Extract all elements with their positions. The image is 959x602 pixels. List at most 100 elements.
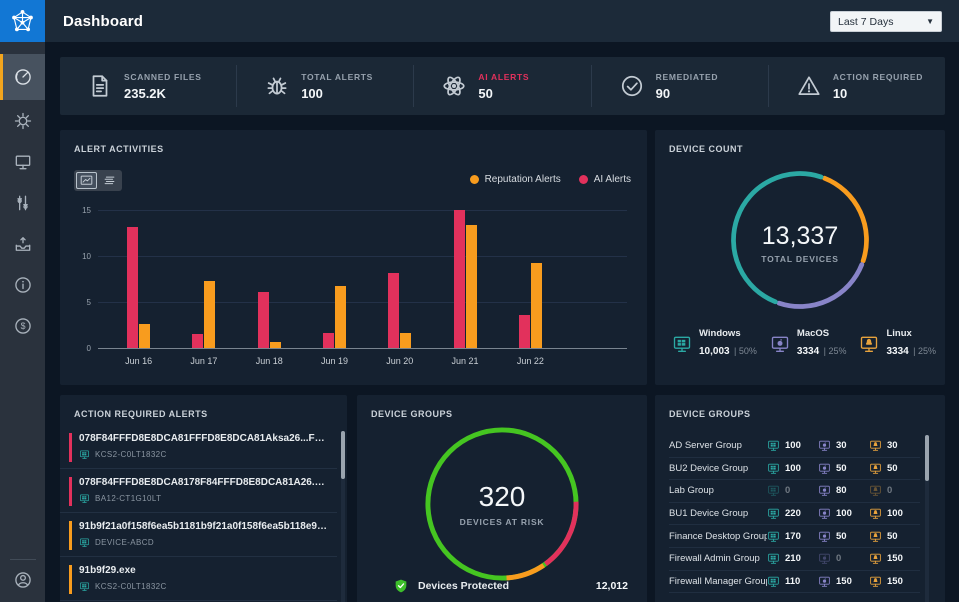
device-group-row[interactable]: Lab Group0800 xyxy=(669,480,920,503)
chart-view-button[interactable] xyxy=(76,172,97,189)
device-group-count-windows: 110 xyxy=(767,575,818,588)
sidebar-item-dashboard[interactable] xyxy=(0,54,45,100)
page-title: Dashboard xyxy=(63,13,143,30)
list-view-button[interactable] xyxy=(99,172,120,189)
device-group-count-windows: 0 xyxy=(767,484,818,497)
sidebar-item-protection[interactable] xyxy=(0,100,45,141)
warning-triangle-icon xyxy=(796,73,822,99)
device-group-count-macos: 150 xyxy=(818,575,869,588)
protection-icon xyxy=(13,111,33,131)
windows-icon xyxy=(767,484,780,497)
panel-title: DEVICE GROUPS xyxy=(655,395,945,419)
x-axis-label: Jun 17 xyxy=(171,356,236,366)
bar-ai-alerts[interactable] xyxy=(192,334,203,348)
bar-ai-alerts[interactable] xyxy=(258,292,269,348)
count-value: 100 xyxy=(785,440,801,451)
panel-title: DEVICE COUNT xyxy=(655,130,945,154)
y-axis-tick: 10 xyxy=(74,252,91,261)
severity-bar xyxy=(69,521,72,550)
gridline xyxy=(98,348,627,349)
device-group-row[interactable]: Finance Desktop Group1705050 xyxy=(669,525,920,548)
scrollbar-thumb[interactable] xyxy=(341,431,345,479)
stat-label: SCANNED FILES xyxy=(124,72,202,82)
bar-reputation-alerts[interactable] xyxy=(400,333,411,348)
bar-group-jun-20 xyxy=(367,210,432,348)
devices-icon xyxy=(13,152,33,172)
scrollbar-thumb[interactable] xyxy=(925,435,929,481)
total-devices-value: 13,337 xyxy=(655,222,945,251)
sidebar-item-deployments[interactable] xyxy=(0,223,45,264)
count-value: 0 xyxy=(785,485,790,496)
bar-groups xyxy=(106,210,563,348)
os-share: | 50% xyxy=(734,346,757,356)
user-icon xyxy=(13,570,33,590)
billing-icon: $ xyxy=(13,316,33,336)
user-menu-button[interactable] xyxy=(0,570,45,590)
shield-check-icon xyxy=(393,578,409,594)
brand-logo[interactable] xyxy=(0,0,45,42)
alert-file-name: 91b9f29.exe xyxy=(79,565,327,576)
svg-text:$: $ xyxy=(20,321,25,331)
x-axis-label: Jun 20 xyxy=(367,356,432,366)
linux-icon xyxy=(869,530,882,543)
device-group-row[interactable]: Firewall Manager Group110150150 xyxy=(669,571,920,594)
scrollbar[interactable] xyxy=(341,431,345,602)
scrollbar[interactable] xyxy=(925,435,929,602)
time-range-select[interactable]: Last 7 Days ▼ xyxy=(830,11,942,32)
alert-list-item[interactable]: 91b9f29.exe KCS2-C0LT1832C xyxy=(60,557,337,601)
alert-device-row: KCS2-C0LT1832C xyxy=(79,449,327,460)
device-group-row[interactable]: BU1 Device Group220100100 xyxy=(669,503,920,526)
chart-view-toggle xyxy=(74,170,122,191)
alert-device-name: DEVICE-ABCD xyxy=(95,538,154,547)
sidebar-item-settings[interactable] xyxy=(0,182,45,223)
sidebar-item-info[interactable] xyxy=(0,264,45,305)
bar-reputation-alerts[interactable] xyxy=(335,286,346,348)
alert-device-name: KCS2-C0LT1832C xyxy=(95,582,167,591)
windows-icon xyxy=(79,493,90,504)
alert-file-name: 91b9f21a0f158f6ea5b1181b9f21a0f158f6ea5b… xyxy=(79,521,327,532)
sidebar-item-billing[interactable]: $ xyxy=(0,305,45,346)
bar-reputation-alerts[interactable] xyxy=(466,225,477,348)
x-axis-label: Jun 22 xyxy=(498,356,563,366)
ai-atom-icon xyxy=(441,73,467,99)
count-value: 100 xyxy=(887,508,903,519)
device-group-count-macos: 50 xyxy=(818,462,869,475)
alert-list-item[interactable]: 91b9f21a0f158f6ea5b1181b9f21a0f158f6ea5b… xyxy=(60,513,337,557)
sidebar-item-devices[interactable] xyxy=(0,141,45,182)
alert-list-item[interactable]: 078F84FFFD8E8DCA81FFFD8E8DCA81Aksa26...F… xyxy=(60,425,337,469)
linux-icon xyxy=(869,462,882,475)
macos-icon xyxy=(818,575,831,588)
bar-reputation-alerts[interactable] xyxy=(139,324,150,348)
bar-reputation-alerts[interactable] xyxy=(270,342,281,348)
chart-view-icon xyxy=(79,173,94,188)
legend-dot xyxy=(470,175,479,184)
device-group-row[interactable]: BU2 Device Group1005050 xyxy=(669,458,920,481)
bar-group-jun-18 xyxy=(237,210,302,348)
stat-value: 10 xyxy=(833,86,923,101)
bar-reputation-alerts[interactable] xyxy=(204,281,215,348)
linux-icon xyxy=(869,552,882,565)
windows-icon xyxy=(79,581,90,592)
os-item-linux: Linux3334 | 25% xyxy=(859,328,936,359)
legend-label: AI Alerts xyxy=(594,174,631,185)
os-breakdown-row: Windows10,003 | 50%MacOS3334 | 25%Linux3… xyxy=(672,328,939,359)
bar-reputation-alerts[interactable] xyxy=(531,263,542,348)
alert-device-row: KCS2-C0LT1832C xyxy=(79,581,327,592)
bar-ai-alerts[interactable] xyxy=(323,333,334,348)
device-group-count-windows: 100 xyxy=(767,439,818,452)
device-group-row[interactable]: AD Server Group1003030 xyxy=(669,435,920,458)
linux-icon xyxy=(869,575,882,588)
bar-ai-alerts[interactable] xyxy=(127,227,138,348)
count-value: 210 xyxy=(785,553,801,564)
stat-value: 90 xyxy=(656,86,719,101)
alert-list-item[interactable]: 078F84FFFD8E8DCA8178F84FFFD8E8DCA81A26.e… xyxy=(60,469,337,513)
bar-ai-alerts[interactable] xyxy=(388,273,399,348)
bar-ai-alerts[interactable] xyxy=(454,210,465,348)
severity-bar xyxy=(69,477,72,506)
bar-group-jun-17 xyxy=(171,210,236,348)
devices-protected-value: 12,012 xyxy=(596,580,628,592)
list-view-icon xyxy=(102,173,117,188)
bar-ai-alerts[interactable] xyxy=(519,315,530,348)
device-group-name: AD Server Group xyxy=(669,440,767,451)
device-group-row[interactable]: Firewall Admin Group2100150 xyxy=(669,548,920,571)
